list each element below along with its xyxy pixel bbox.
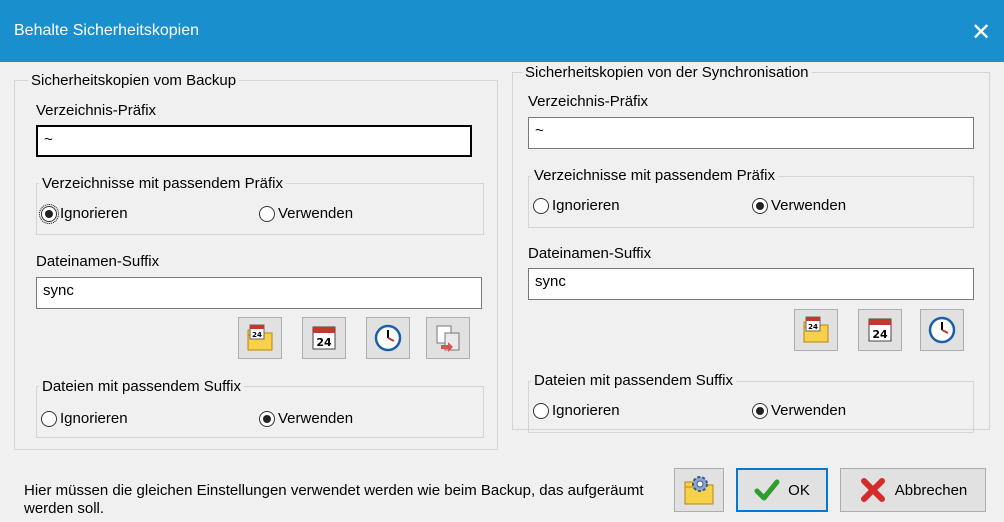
right-suffix-label: Dateinamen-Suffix: [528, 245, 652, 262]
copy-file-icon: [436, 325, 460, 352]
left-dirs-use-label: Verwenden: [278, 205, 354, 222]
right-calendar-folder-button[interactable]: 24: [794, 309, 838, 351]
gear-folder-icon: [684, 476, 714, 505]
sync-group-title: Sicherheitskopien von der Synchronisatio…: [522, 64, 812, 81]
close-icon[interactable]: ✕: [958, 12, 1004, 52]
cross-icon: [860, 478, 885, 502]
right-dirs-group-title: Verzeichnisse mit passendem Präfix: [531, 167, 778, 184]
clock-icon: [928, 316, 956, 344]
left-files-use-label: Verwenden: [278, 410, 354, 427]
svg-text:24: 24: [316, 336, 332, 349]
cancel-label: Abbrechen: [894, 481, 968, 499]
svg-text:24: 24: [872, 328, 888, 341]
right-files-ignore-radio[interactable]: Ignorieren: [533, 402, 620, 419]
right-dirs-use-label: Verwenden: [771, 197, 847, 214]
right-clock-button[interactable]: [920, 309, 964, 351]
left-files-ignore-radio[interactable]: Ignorieren: [41, 410, 128, 427]
right-dir-prefix-label: Verzeichnis-Präfix: [528, 93, 649, 110]
left-dirs-group-title: Verzeichnisse mit passendem Präfix: [39, 175, 286, 192]
left-copy-file-button[interactable]: [426, 317, 470, 359]
footer-hint: Hier müssen die gleichen Einstellungen v…: [24, 482, 644, 517]
svg-text:24: 24: [252, 331, 262, 339]
left-dir-prefix-input[interactable]: ~: [36, 125, 472, 157]
left-dirs-use-radio[interactable]: Verwenden: [259, 205, 353, 222]
left-suffix-input[interactable]: sync: [36, 277, 482, 309]
right-files-use-label: Verwenden: [771, 402, 847, 419]
clock-icon: [374, 324, 402, 352]
right-dirs-ignore-label: Ignorieren: [552, 197, 620, 214]
left-calendar-folder-button[interactable]: 24: [238, 317, 282, 359]
window-title: Behalte Sicherheitskopien: [14, 22, 200, 39]
ok-button[interactable]: OK: [736, 468, 828, 512]
calendar-folder-icon: 24: [247, 324, 273, 351]
left-calendar-button[interactable]: 24: [302, 317, 346, 359]
backup-group-title: Sicherheitskopien vom Backup: [28, 72, 240, 89]
calendar-icon: 24: [312, 326, 336, 350]
ok-label: OK: [788, 481, 810, 499]
title-bar: Behalte Sicherheitskopien ✕: [0, 0, 1004, 62]
right-suffix-input[interactable]: sync: [528, 268, 974, 300]
right-files-use-radio[interactable]: Verwenden: [752, 402, 846, 419]
right-files-group-title: Dateien mit passendem Suffix: [531, 372, 736, 389]
left-dirs-ignore-radio[interactable]: Ignorieren: [39, 203, 128, 224]
calendar-folder-icon: 24: [803, 316, 829, 343]
left-dirs-ignore-label: Ignorieren: [60, 205, 128, 222]
right-dirs-ignore-radio[interactable]: Ignorieren: [533, 197, 620, 214]
right-calendar-button[interactable]: 24: [858, 309, 902, 351]
calendar-icon: 24: [868, 318, 892, 342]
checkmark-icon: [754, 479, 780, 501]
cancel-button[interactable]: Abbrechen: [840, 468, 986, 512]
left-files-group-title: Dateien mit passendem Suffix: [39, 378, 244, 395]
right-dirs-use-radio[interactable]: Verwenden: [752, 197, 846, 214]
left-suffix-label: Dateinamen-Suffix: [36, 253, 160, 270]
settings-button[interactable]: [674, 468, 724, 512]
left-files-use-radio[interactable]: Verwenden: [259, 410, 353, 427]
left-clock-button[interactable]: [366, 317, 410, 359]
svg-text:24: 24: [808, 323, 818, 331]
left-files-ignore-label: Ignorieren: [60, 410, 128, 427]
right-files-ignore-label: Ignorieren: [552, 402, 620, 419]
left-dir-prefix-label: Verzeichnis-Präfix: [36, 102, 157, 119]
right-dir-prefix-input[interactable]: ~: [528, 117, 974, 149]
